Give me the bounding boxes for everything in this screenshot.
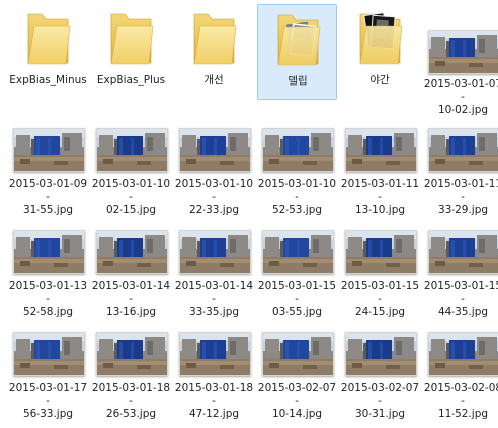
folder-icon [8, 8, 88, 68]
file-item[interactable]: 2015-03-01-10- 02-15.jpg [91, 128, 171, 224]
folder-icon [258, 9, 338, 69]
file-name: 2015-03-01-15- 24-15.jpg [340, 280, 420, 318]
image-thumbnail [262, 230, 334, 274]
folder-name: 야간 [370, 74, 390, 86]
folder-icon [174, 8, 254, 68]
file-item[interactable]: 2015-03-01-10- 52-53.jpg [257, 128, 337, 224]
folder-item[interactable]: 개선 [174, 4, 254, 100]
folder-icon [91, 8, 171, 68]
file-item[interactable]: 2015-03-01-14- 13-16.jpg [91, 230, 171, 326]
image-thumbnail [345, 128, 417, 172]
image-thumbnail [428, 230, 498, 274]
file-item[interactable]: 2015-03-01-11- 33-29.jpg [423, 128, 498, 224]
file-name: 2015-03-01-10- 22-33.jpg [174, 178, 254, 216]
folder-name: ExpBias_Plus [96, 74, 166, 86]
folder-name: ExpBias_Minus [9, 74, 87, 86]
file-name: 2015-03-01-15- 44-35.jpg [423, 280, 498, 318]
file-item[interactable]: 2015-03-01-09- 31-55.jpg [8, 128, 88, 224]
file-item[interactable]: 2015-03-01-18- 26-53.jpg [91, 332, 171, 428]
file-item[interactable]: 2015-03-01-10- 22-33.jpg [174, 128, 254, 224]
file-name: 2015-03-01-10- 52-53.jpg [257, 178, 337, 216]
file-name: 2015-03-02-07- 30-31.jpg [340, 382, 420, 420]
folder-name: 델립 [288, 75, 308, 87]
file-name: 2015-03-01-09- 31-55.jpg [8, 178, 88, 216]
file-item[interactable]: 2015-03-02-07- 10-14.jpg [257, 332, 337, 428]
image-thumbnail [262, 332, 334, 376]
file-item[interactable]: 2015-03-01-11- 13-10.jpg [340, 128, 420, 224]
folder-item[interactable]: 델립 [257, 4, 337, 100]
image-thumbnail [345, 332, 417, 376]
folder-item[interactable]: ExpBias_Plus [91, 4, 171, 100]
image-thumbnail [96, 128, 168, 172]
file-name: 2015-03-01-14- 13-16.jpg [91, 280, 171, 318]
image-thumbnail [428, 30, 498, 74]
file-item[interactable]: 2015-03-01-18- 47-12.jpg [174, 332, 254, 428]
file-name: 2015-03-01-17- 56-33.jpg [8, 382, 88, 420]
file-name: 2015-03-01-10- 02-15.jpg [91, 178, 171, 216]
image-thumbnail [428, 128, 498, 172]
file-item[interactable]: 2015-03-01-14- 33-35.jpg [174, 230, 254, 326]
file-name: 2015-03-02-08- 11-52.jpg [423, 382, 498, 420]
image-thumbnail [13, 230, 85, 274]
file-name: 2015-03-01-11- 13-10.jpg [340, 178, 420, 216]
image-thumbnail [96, 230, 168, 274]
image-thumbnail [179, 332, 251, 376]
image-thumbnail [96, 332, 168, 376]
file-name: 2015-03-01-18- 47-12.jpg [174, 382, 254, 420]
folder-icon [340, 8, 420, 68]
file-name: 2015-03-01-13- 52-58.jpg [8, 280, 88, 318]
file-item[interactable]: 2015-03-01-07- 10-02.jpg [423, 4, 498, 116]
file-item[interactable]: 2015-03-01-15- 44-35.jpg [423, 230, 498, 326]
file-name: 2015-03-01-14- 33-35.jpg [174, 280, 254, 318]
image-thumbnail [262, 128, 334, 172]
file-item[interactable]: 2015-03-01-15- 03-55.jpg [257, 230, 337, 326]
file-item[interactable]: 2015-03-01-15- 24-15.jpg [340, 230, 420, 326]
image-thumbnail [428, 332, 498, 376]
file-item[interactable]: 2015-03-01-17- 56-33.jpg [8, 332, 88, 428]
file-item[interactable]: 2015-03-02-07- 30-31.jpg [340, 332, 420, 428]
image-thumbnail [345, 230, 417, 274]
file-name: 2015-03-01-18- 26-53.jpg [91, 382, 171, 420]
image-thumbnail [13, 128, 85, 172]
file-item[interactable]: 2015-03-01-13- 52-58.jpg [8, 230, 88, 326]
file-name: 2015-03-01-15- 03-55.jpg [257, 280, 337, 318]
folder-item[interactable]: 야간 [340, 4, 420, 100]
image-thumbnail [179, 230, 251, 274]
image-thumbnail [13, 332, 85, 376]
folder-item[interactable]: ExpBias_Minus [8, 4, 88, 100]
file-name: 2015-03-02-07- 10-14.jpg [257, 382, 337, 420]
file-item[interactable]: 2015-03-02-08- 11-52.jpg [423, 332, 498, 428]
folder-name: 개선 [204, 74, 224, 86]
image-thumbnail [179, 128, 251, 172]
file-name: 2015-03-01-07- 10-02.jpg [423, 78, 498, 116]
file-name: 2015-03-01-11- 33-29.jpg [423, 178, 498, 216]
